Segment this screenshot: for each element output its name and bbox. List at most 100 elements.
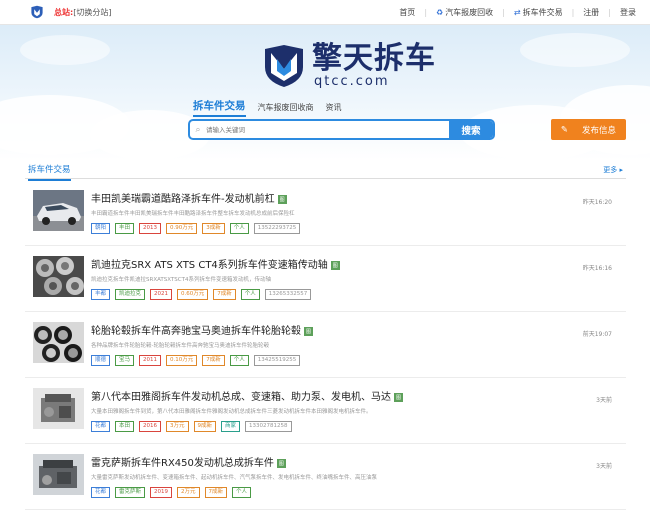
item-tag[interactable]: 2013 [139,223,162,234]
list-item[interactable]: 雷克萨斯拆车件RX450发动机总成拆车件图 大量雷克萨斯发动机拆车件、变速箱拆车… [25,444,626,510]
top-bar: 总站: [切换分站] 首页 | ♻ 汽车报废回收 | ⇄ 拆车件交易 | 注册 | … [0,0,650,25]
cloud-decoration [520,33,630,67]
item-description: 凯迪拉克拆车件凯迪拉SRXATSXTSCT4系列拆车件变速箱发动机，传动轴 [91,277,271,283]
item-tag[interactable]: 凯迪拉克 [115,289,146,300]
list-item[interactable]: 凯迪拉克SRX ATS XTS CT4系列拆车件变速箱传动轴图 凯迪拉克拆车件凯… [25,246,626,312]
list-item[interactable]: 第八代本田雅阁拆车件发动机总成、变速箱、助力泵、发电机、马达图 大量本田雅阁拆车… [25,378,626,444]
item-tag[interactable]: 2019 [150,487,173,498]
edit-icon: ✎ [560,124,569,135]
exchange-icon: ⇄ [513,7,521,17]
item-description: 丰田霸道拆车件丰田凯美瑞拆车件丰田酷路泽拆车件整车拆车发动机总成前后保险杠 [91,211,295,217]
recycle-icon: ♻ [436,7,444,17]
item-tag[interactable]: 丰都 [91,289,111,300]
item-time: 昨天16:20 [582,199,612,206]
item-thumbnail[interactable] [33,322,84,363]
item-time: 3天前 [596,463,612,470]
item-tag[interactable]: 7成新 [213,289,236,300]
item-tag[interactable]: 宝马 [115,355,135,366]
station-label: 总站 [54,7,70,17]
nav-register[interactable]: 注册 [583,7,599,18]
item-description: 各种品牌拆车件轮胎轮毂-轮胎轮毂拆车件高奔驰宝马奥迪拆车件轮胎轮毂 [91,343,269,349]
search-icon: ⌕ [195,124,201,135]
item-thumbnail[interactable] [33,454,84,495]
section-header: 拆车件交易 更多 ▸ [25,160,626,181]
listing: 丰田凯美瑞霸道酷路泽拆车件-发动机前杠图 丰田霸道拆车件丰田凯美瑞拆车件丰田酷路… [25,180,626,510]
tab-parts-trade[interactable]: 拆车件交易 [193,98,246,117]
item-tag[interactable]: 0.10万元 [166,355,198,366]
tab-news[interactable]: 资讯 [326,102,342,117]
item-tags: 花都 本田 2016 3万元 9成新 商家 13302781258 [91,421,292,432]
item-tags: 花都 雷克萨斯 2019 2万元 7成新 个人 [91,487,252,498]
item-description: 大量本田雅阁拆车件到货，第八代本田雅阁拆车件雅阁发动机总成拆车件三菱发动机拆车件… [91,409,372,415]
item-tags: 朝阳 丰田 2013 0.90万元 3成新 个人 13522293725 [91,223,301,234]
item-description: 大量雷克萨斯发动机拆车件、变速箱拆车件、起动机拆车件、汽气泵拆车件、发电机拆车件… [91,475,378,481]
image-badge: 图 [304,326,314,336]
item-thumbnail[interactable] [33,190,84,231]
item-tag[interactable]: 2021 [150,289,173,300]
site-logo-icon[interactable] [30,5,44,19]
search-input[interactable] [206,121,449,138]
brand-domain: qtcc.com [314,74,390,89]
nav-parts-trade[interactable]: ⇄ 拆车件交易 [514,7,563,18]
item-tag[interactable]: 13522293725 [253,223,301,234]
brand-logo[interactable]: 擎天拆车 qtcc.com [262,43,436,89]
image-badge: 图 [330,260,340,270]
top-nav: 首页 | ♻ 汽车报废回收 | ⇄ 拆车件交易 | 注册 | 登录 [399,7,636,18]
section-title: 拆车件交易 [28,163,71,181]
item-tag[interactable]: 本田 [115,421,135,432]
search-tabs: 拆车件交易 汽车报废回收商 资讯 [193,98,342,117]
item-tag[interactable]: 2016 [139,421,162,432]
item-tag[interactable]: 3万元 [166,421,189,432]
item-tag[interactable]: 个人 [229,355,249,366]
item-tag[interactable]: 花都 [91,487,111,498]
list-item[interactable]: 丰田凯美瑞霸道酷路泽拆车件-发动机前杠图 丰田霸道拆车件丰田凯美瑞拆车件丰田酷路… [25,180,626,246]
item-time: 前天19:07 [582,331,612,338]
image-badge: 图 [394,392,404,402]
item-tag[interactable]: 个人 [240,289,260,300]
item-tag[interactable]: 个人 [229,223,249,234]
nav-home[interactable]: 首页 [399,7,415,18]
item-time: 昨天16:16 [582,265,612,272]
item-tag[interactable]: 13265332557 [264,289,312,300]
item-tag[interactable]: 7成新 [202,355,225,366]
item-time: 3天前 [596,397,612,404]
item-tags: 顺德 宝马 2011 0.10万元 7成新 个人 13425519255 [91,355,301,366]
item-tag[interactable]: 0.60万元 [177,289,209,300]
item-title[interactable]: 雷克萨斯拆车件RX450发动机总成拆车件图 [91,454,286,469]
item-thumbnail[interactable] [33,256,84,297]
switch-station-link[interactable]: [切换分站] [73,7,111,18]
item-tag[interactable]: 7成新 [204,487,228,498]
publish-button[interactable]: ✎ 发布信息 [551,119,626,140]
tab-scrap-dealers[interactable]: 汽车报废回收商 [258,102,314,117]
item-title[interactable]: 丰田凯美瑞霸道酷路泽拆车件-发动机前杠图 [91,190,287,205]
item-tags: 丰都 凯迪拉克 2021 0.60万元 7成新 个人 13265332557 [91,289,312,300]
brand-name: 擎天拆车 [312,41,436,76]
item-title[interactable]: 凯迪拉克SRX ATS XTS CT4系列拆车件变速箱传动轴图 [91,256,340,271]
cloud-decoration [20,35,110,65]
item-tag[interactable]: 雷克萨斯 [115,487,146,498]
item-tag[interactable]: 商家 [221,421,241,432]
item-title[interactable]: 轮胎轮毂拆车件高奔驰宝马奥迪拆车件轮胎轮毂图 [91,322,314,337]
item-thumbnail[interactable] [33,388,84,429]
item-title[interactable]: 第八代本田雅阁拆车件发动机总成、变速箱、助力泵、发电机、马达图 [91,388,404,403]
item-tag[interactable]: 3成新 [202,223,225,234]
nav-login[interactable]: 登录 [620,7,636,18]
item-tag[interactable]: 0.90万元 [166,223,198,234]
nav-scrap-recycle[interactable]: ♻ 汽车报废回收 [436,7,493,18]
item-tag[interactable]: 花都 [91,421,111,432]
item-tag[interactable]: 2011 [139,355,162,366]
hero-banner: 擎天拆车 qtcc.com 拆车件交易 汽车报废回收商 资讯 ⌕ 搜索 ✎ 发布… [0,25,650,160]
item-tag[interactable]: 顺德 [91,355,111,366]
more-link[interactable]: 更多 ▸ [603,165,623,175]
item-tag[interactable]: 13425519255 [253,355,301,366]
brand-shield-icon [265,45,303,87]
item-tag[interactable]: 13302781258 [245,421,292,432]
item-tag[interactable]: 朝阳 [91,223,111,234]
search-button[interactable]: 搜索 [449,121,493,138]
image-badge: 图 [276,458,286,468]
item-tag[interactable]: 2万元 [177,487,200,498]
item-tag[interactable]: 9成新 [193,421,217,432]
item-tag[interactable]: 丰田 [115,223,135,234]
item-tag[interactable]: 个人 [232,487,252,498]
list-item[interactable]: 轮胎轮毂拆车件高奔驰宝马奥迪拆车件轮胎轮毂图 各种品牌拆车件轮胎轮毂-轮胎轮毂拆… [25,312,626,378]
